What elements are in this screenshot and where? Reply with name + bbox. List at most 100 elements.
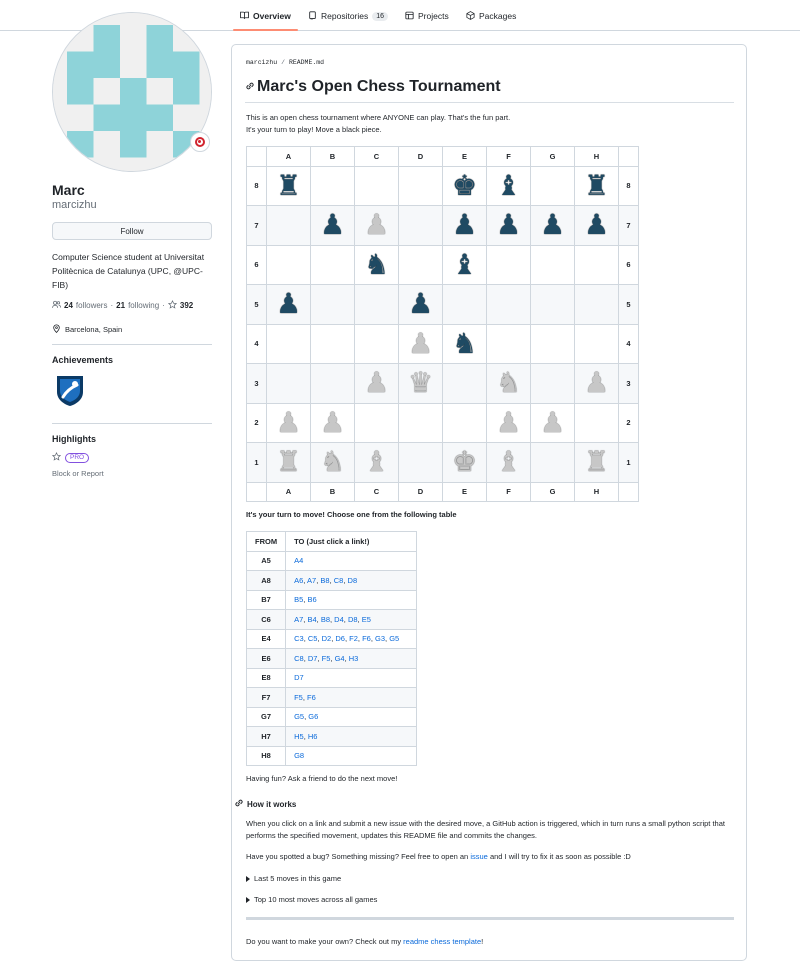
breadcrumb-owner[interactable]: marcizhu bbox=[246, 59, 277, 66]
tab-projects[interactable]: Projects bbox=[405, 9, 449, 23]
intro-line-1: This is an open chess tournament where A… bbox=[246, 113, 511, 122]
move-link[interactable]: G4 bbox=[335, 654, 345, 663]
move-link[interactable]: G3 bbox=[375, 634, 385, 643]
rank-label: 8 bbox=[246, 165, 267, 206]
file-label: E bbox=[442, 481, 487, 502]
footer-after: ! bbox=[481, 937, 484, 946]
move-link[interactable]: A4 bbox=[294, 556, 303, 565]
highlights-heading: Highlights bbox=[52, 434, 96, 444]
link-icon[interactable] bbox=[245, 78, 255, 96]
achievement-badge[interactable] bbox=[54, 373, 86, 407]
link-icon-2[interactable] bbox=[234, 798, 244, 810]
white-pawn-icon: ♟ bbox=[319, 406, 346, 438]
breadcrumb-file[interactable]: README.md bbox=[289, 59, 324, 66]
disclosure-triangle-icon bbox=[246, 875, 250, 882]
move-link[interactable]: G6 bbox=[308, 712, 318, 721]
details-last-moves[interactable]: Last 5 moves in this game bbox=[246, 874, 341, 883]
file-label: E bbox=[442, 146, 487, 167]
tab-overview[interactable]: Overview bbox=[240, 9, 291, 23]
move-to-list: G5, G6 bbox=[285, 706, 418, 727]
move-link[interactable]: A7 bbox=[307, 576, 316, 585]
move-link[interactable]: B8 bbox=[321, 615, 330, 624]
black-pawn-icon: ♟ bbox=[407, 288, 434, 320]
move-link[interactable]: B5 bbox=[294, 595, 303, 604]
following-label[interactable]: following bbox=[128, 301, 159, 310]
black-king-icon: ♚ bbox=[451, 169, 478, 201]
move-link[interactable]: C5 bbox=[308, 634, 318, 643]
move-link[interactable]: B8 bbox=[320, 576, 329, 585]
block-or-report-link[interactable]: Block or Report bbox=[52, 469, 104, 478]
white-knight-icon: ♞ bbox=[319, 446, 346, 478]
move-link[interactable]: D8 bbox=[348, 576, 358, 585]
black-pawn-icon: ♟ bbox=[451, 209, 478, 241]
move-link[interactable]: E5 bbox=[362, 615, 371, 624]
board-square bbox=[530, 363, 575, 404]
move-link[interactable]: D7 bbox=[308, 654, 318, 663]
move-link[interactable]: B4 bbox=[307, 615, 316, 624]
move-to-list: C8, D7, F5, G4, H3 bbox=[285, 648, 418, 669]
move-link[interactable]: D7 bbox=[294, 673, 304, 682]
follow-stats: 24 followers · 21 following · 392 bbox=[52, 299, 193, 311]
board-square bbox=[442, 402, 487, 443]
move-link[interactable]: G5 bbox=[389, 634, 399, 643]
board-square: ♝ bbox=[442, 244, 487, 285]
move-from: A8 bbox=[245, 570, 287, 591]
rank-label: 5 bbox=[618, 284, 639, 325]
follow-button[interactable]: Follow bbox=[52, 222, 212, 240]
pro-badge: PRO bbox=[65, 452, 90, 463]
move-link[interactable]: C3 bbox=[294, 634, 304, 643]
board-square bbox=[530, 244, 575, 285]
move-link[interactable]: A7 bbox=[294, 615, 303, 624]
move-link[interactable]: C8 bbox=[334, 576, 344, 585]
rank-label: 4 bbox=[246, 323, 267, 364]
board-square bbox=[398, 442, 443, 483]
move-link[interactable]: H5 bbox=[294, 732, 304, 741]
tab-repositories[interactable]: Repositories 16 bbox=[308, 9, 389, 23]
status-emoji-button[interactable] bbox=[190, 132, 210, 152]
board-square: ♞ bbox=[442, 323, 487, 364]
move-link[interactable]: F5 bbox=[322, 654, 331, 663]
move-link[interactable]: H6 bbox=[308, 732, 318, 741]
move-link[interactable]: A6 bbox=[294, 576, 303, 585]
bug-text-before: Have you spotted a bug? Something missin… bbox=[246, 852, 469, 861]
move-link[interactable]: F5 bbox=[294, 693, 303, 702]
move-link[interactable]: G5 bbox=[294, 712, 304, 721]
table-icon bbox=[405, 11, 414, 22]
move-link[interactable]: D2 bbox=[322, 634, 332, 643]
moves-row: C6 A7, B4, B8, D4, D8, E5 bbox=[245, 609, 418, 630]
achievements-heading[interactable]: Achievements bbox=[52, 355, 113, 365]
board-square bbox=[530, 165, 575, 206]
details-top-moves-label: Top 10 most moves across all games bbox=[254, 895, 378, 904]
sidebar-divider bbox=[52, 344, 212, 345]
tab-packages[interactable]: Packages bbox=[466, 9, 516, 23]
move-link[interactable]: F6 bbox=[307, 693, 316, 702]
move-link[interactable]: C8 bbox=[294, 654, 304, 663]
board-square: ♝ bbox=[354, 442, 399, 483]
issue-link[interactable]: issue bbox=[470, 852, 488, 861]
white-queen-icon: ♛ bbox=[407, 367, 434, 399]
move-link[interactable]: F2 bbox=[349, 634, 358, 643]
details-top-moves[interactable]: Top 10 most moves across all games bbox=[246, 895, 377, 904]
move-link[interactable]: F6 bbox=[362, 634, 371, 643]
move-to-list: D7 bbox=[285, 667, 418, 688]
stars-count[interactable]: 392 bbox=[180, 301, 193, 310]
black-knight-icon: ♞ bbox=[363, 248, 390, 280]
followers-label[interactable]: followers bbox=[76, 301, 108, 310]
chess-template-link[interactable]: readme chess template bbox=[403, 937, 481, 946]
moves-row: A5 A4 bbox=[245, 550, 418, 571]
avatar[interactable] bbox=[52, 12, 212, 172]
move-link[interactable]: H3 bbox=[349, 654, 359, 663]
following-count[interactable]: 21 bbox=[116, 301, 125, 310]
move-from: B7 bbox=[245, 589, 287, 610]
move-link[interactable]: D8 bbox=[348, 615, 358, 624]
file-label: D bbox=[398, 481, 443, 502]
move-to-list: H5, H6 bbox=[285, 726, 418, 747]
move-link[interactable]: D6 bbox=[335, 634, 345, 643]
file-label: A bbox=[266, 146, 311, 167]
move-link[interactable]: B6 bbox=[307, 595, 316, 604]
move-link[interactable]: D4 bbox=[334, 615, 344, 624]
bug-report-text: Have you spotted a bug? Something missin… bbox=[246, 851, 631, 863]
move-link[interactable]: G8 bbox=[294, 751, 304, 760]
black-bishop-icon: ♝ bbox=[495, 169, 522, 201]
followers-count[interactable]: 24 bbox=[64, 301, 73, 310]
